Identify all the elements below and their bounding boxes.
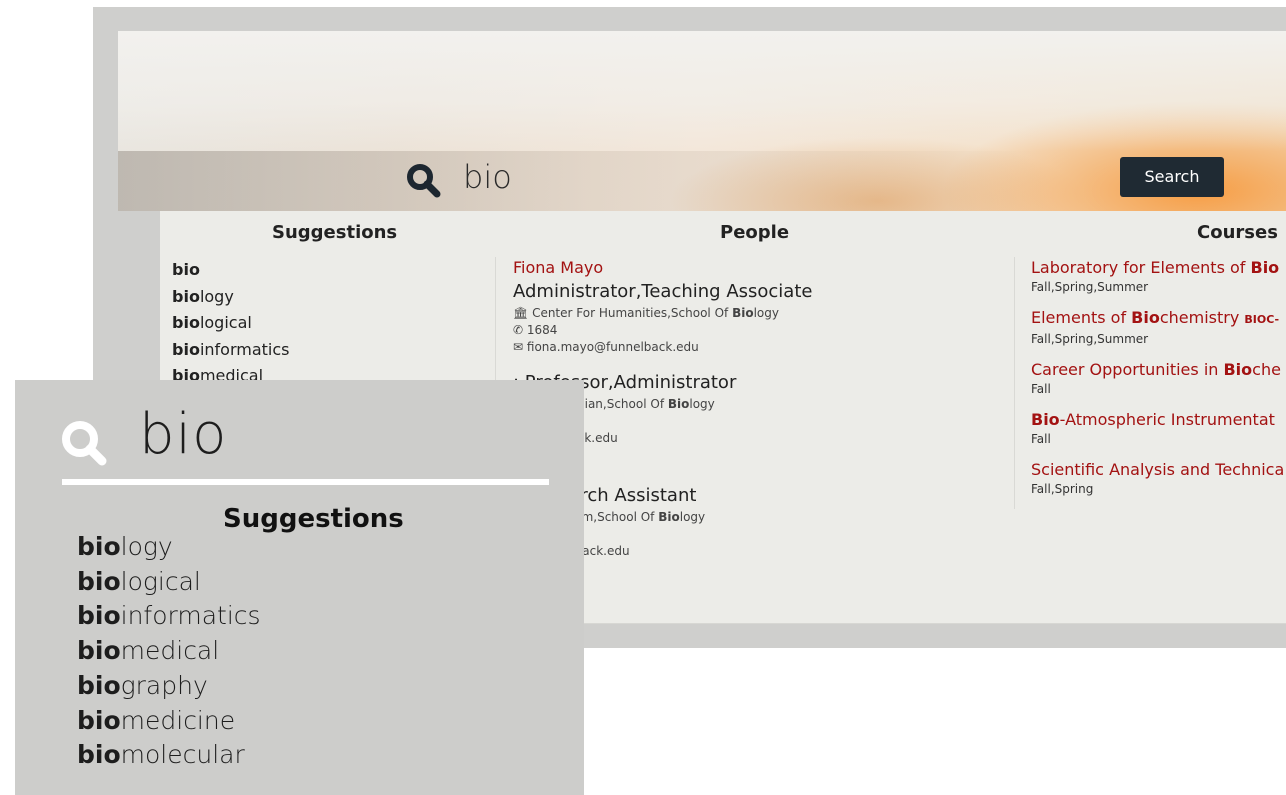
course-title-link[interactable]: Bio-Atmospheric Instrumentat <box>1031 409 1286 431</box>
suggestion-match: bio <box>77 705 121 735</box>
suggestion-item[interactable]: biomolecular <box>77 738 261 773</box>
mail-icon: ✉ <box>513 340 524 354</box>
zoom-overlay: bio Suggestions biology biological bioin… <box>15 380 584 795</box>
suggestion-item[interactable]: bio <box>172 257 289 284</box>
suggestions-heading: Suggestions <box>272 222 398 243</box>
course-title-rest: chemistry <box>1159 308 1245 327</box>
suggestion-list: bio biology biological bioinformatics bi… <box>172 257 289 390</box>
course-title-rest: -Atmospheric Instrumentat <box>1059 410 1275 429</box>
course-title-text: Laboratory for Elements of <box>1031 258 1251 277</box>
suggestion-item[interactable]: bioinformatics <box>77 599 261 634</box>
suggestion-rest: logy <box>120 532 173 561</box>
dept-rest: logy <box>753 306 779 320</box>
suggestion-item[interactable]: biomedicine <box>77 704 261 739</box>
course-terms: Fall,Spring <box>1031 482 1094 496</box>
people-heading: People <box>720 222 790 243</box>
course-title-link[interactable]: Career Opportunities in Bioche <box>1031 359 1286 381</box>
course-title-link[interactable]: Laboratory for Elements of Bio <box>1031 257 1286 279</box>
dept-rest: logy <box>689 397 715 411</box>
suggestion-item[interactable]: biomedical <box>77 634 261 669</box>
hero-shade <box>118 151 1286 211</box>
person-title: Administrator,Teaching Associate <box>513 281 813 302</box>
search-icon <box>62 421 107 466</box>
person-email[interactable]: ✉ fiona.mayo@funnelback.edu <box>513 339 983 356</box>
course-code: BIOC- <box>1244 313 1280 326</box>
suggestion-match: bio <box>77 670 121 700</box>
suggestion-item[interactable]: biological <box>77 565 261 600</box>
course-item: Laboratory for Elements of Bio Fall,Spri… <box>1031 257 1286 295</box>
course-list: Laboratory for Elements of Bio Fall,Spri… <box>1014 257 1286 509</box>
course-item: Career Opportunities in Bioche Fall <box>1031 359 1286 397</box>
suggestion-match: bio <box>77 532 121 561</box>
person-phone: ✆ 1684 <box>513 322 983 339</box>
suggestion-match: bio <box>77 740 121 770</box>
course-terms: Fall <box>1031 382 1051 396</box>
hero-banner <box>118 31 1286 211</box>
course-terms: Fall,Spring,Summer <box>1031 332 1149 346</box>
suggestion-match: bio <box>172 313 200 332</box>
course-match: Bio <box>1223 360 1253 379</box>
person-card: Fiona Mayo Administrator,Teaching Associ… <box>513 257 983 356</box>
dept-text: Center For Humanities,School Of <box>532 306 733 320</box>
suggestion-match: bio <box>77 601 121 631</box>
dept-rest: logy <box>679 510 706 524</box>
phone-icon: ✆ <box>513 323 524 337</box>
person-department: 🏛︎ Center For Humanities,School Of Biolo… <box>513 305 983 322</box>
course-match: Bio <box>1131 308 1160 327</box>
dept-match: Bio <box>658 510 680 524</box>
suggestion-rest: informatics <box>199 339 290 359</box>
search-button[interactable]: Search <box>1120 157 1224 197</box>
suggestion-item[interactable]: biography <box>77 669 261 704</box>
suggestion-rest: medical <box>120 636 220 666</box>
search-underline <box>62 479 549 485</box>
course-title-text: Elements of <box>1031 308 1132 327</box>
course-title-text: Career Opportunities in <box>1031 360 1224 379</box>
suggestion-rest: molecular <box>120 740 245 770</box>
suggestion-match: bio <box>172 339 200 359</box>
suggestion-match: bio <box>172 260 200 279</box>
course-match: Bio <box>1031 410 1060 429</box>
suggestion-item[interactable]: bioinformatics <box>172 337 289 364</box>
overlay-suggestion-list: biology biological bioinformatics biomed… <box>77 530 261 773</box>
suggestion-rest: logical <box>199 313 252 332</box>
suggestion-rest: informatics <box>120 601 261 631</box>
person-name-link[interactable]: Fiona Mayo <box>513 257 983 279</box>
course-title-link[interactable]: Scientific Analysis and Technica <box>1031 459 1286 481</box>
course-title-link[interactable]: Elements of Biochemistry BIOC- <box>1031 307 1286 331</box>
hero-glow <box>118 31 1286 151</box>
suggestion-match: bio <box>77 636 121 666</box>
suggestion-item[interactable]: biology <box>172 284 289 311</box>
course-item: Bio-Atmospheric Instrumentat Fall <box>1031 409 1286 447</box>
phone-text: 1684 <box>526 323 558 337</box>
search-input[interactable]: bio <box>463 158 512 196</box>
course-terms: Fall,Spring,Summer <box>1031 280 1149 294</box>
suggestion-item[interactable]: biological <box>172 310 289 337</box>
dept-match: Bio <box>732 306 754 320</box>
building-icon: 🏛︎ <box>513 306 529 320</box>
course-terms: Fall <box>1031 432 1051 446</box>
search-icon[interactable] <box>405 162 441 198</box>
course-title-text: Scientific Analysis and Technica <box>1031 460 1285 479</box>
course-title-rest: che <box>1252 360 1281 379</box>
suggestion-rest: graphy <box>120 670 208 700</box>
course-match: Bio <box>1250 258 1280 277</box>
dept-match: Bio <box>667 397 690 411</box>
course-item: Scientific Analysis and Technica Fall,Sp… <box>1031 459 1286 497</box>
suggestion-rest: medicine <box>120 705 236 735</box>
overlay-search-input[interactable]: bio <box>139 402 227 467</box>
suggestion-match: bio <box>77 566 121 596</box>
suggestion-rest: logy <box>199 286 234 306</box>
course-item: Elements of Biochemistry BIOC- Fall,Spri… <box>1031 307 1286 347</box>
courses-heading: Courses <box>1197 222 1278 243</box>
suggestion-match: bio <box>172 286 200 306</box>
email-text: fiona.mayo@funnelback.edu <box>526 340 699 354</box>
suggestion-rest: logical <box>120 566 201 596</box>
suggestion-item[interactable]: biology <box>77 530 261 565</box>
